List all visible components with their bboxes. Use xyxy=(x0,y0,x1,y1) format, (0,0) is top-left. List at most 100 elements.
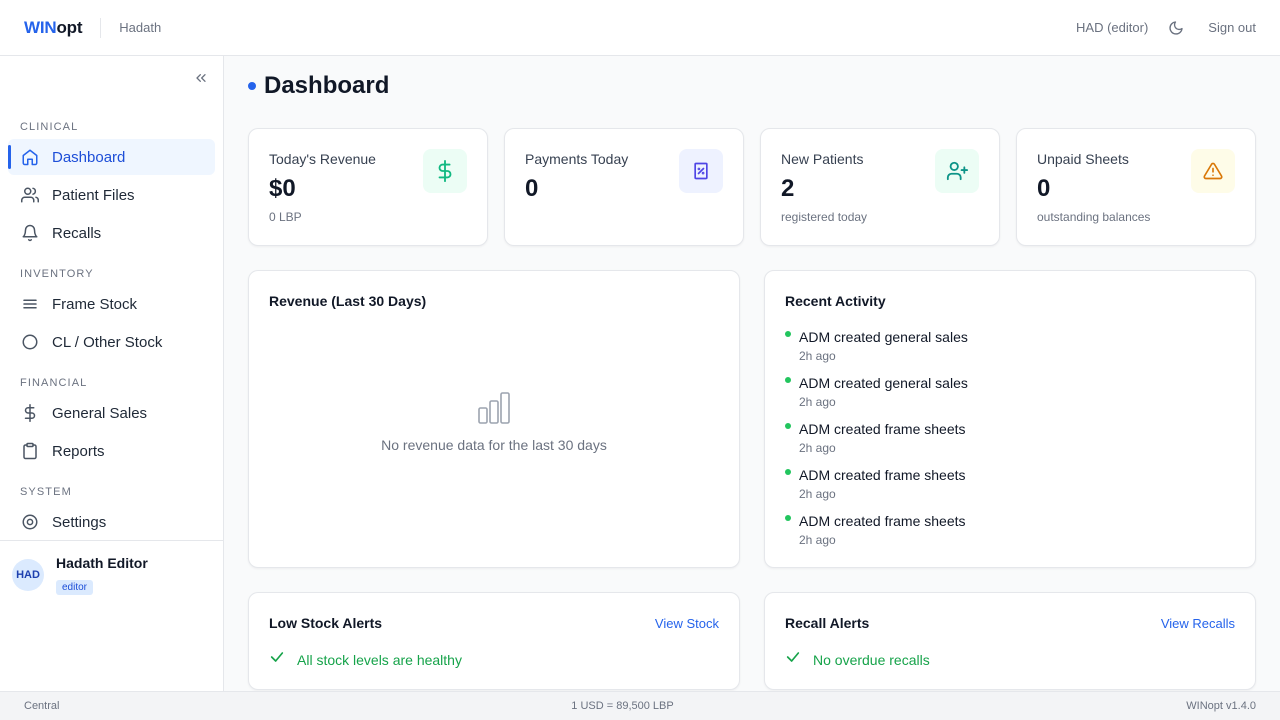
activity-time: 2h ago xyxy=(799,395,836,409)
footer-exchange-rate: 1 USD = 89,500 LBP xyxy=(571,700,674,712)
activity-text: ADM created general sales xyxy=(799,329,968,345)
sidebar-item-settings[interactable]: Settings xyxy=(8,504,215,540)
check-icon xyxy=(269,649,285,670)
sidebar-user-panel[interactable]: HAD Hadath Editor editor xyxy=(0,540,223,610)
sidebar-item-label: Patient Files xyxy=(52,186,135,204)
stat-card-new-patients: New Patients 2 registered today xyxy=(760,128,1000,246)
sidebar-item-recalls[interactable]: Recalls xyxy=(8,215,215,251)
user-name: Hadath Editor xyxy=(56,555,148,571)
dollar-icon xyxy=(423,149,467,193)
stat-value: 0 xyxy=(1037,175,1051,202)
sidebar-item-label: General Sales xyxy=(52,404,148,422)
section-label-financial: FINANCIAL xyxy=(20,377,88,389)
settings-icon xyxy=(20,512,40,532)
stat-subtext: 0 LBP xyxy=(269,210,302,224)
sidebar-item-label: Dashboard xyxy=(52,148,126,166)
stat-card-unpaid-sheets: Unpaid Sheets 0 outstanding balances xyxy=(1016,128,1256,246)
activity-time: 2h ago xyxy=(799,349,836,363)
sidebar-item-label: Frame Stock xyxy=(52,295,138,313)
low-stock-status-text: All stock levels are healthy xyxy=(297,651,462,668)
brand-divider xyxy=(100,17,102,38)
section-label-clinical: CLINICAL xyxy=(20,121,79,133)
stat-value: 2 xyxy=(781,175,795,202)
bar-chart-icon xyxy=(477,391,511,425)
list-icon xyxy=(20,294,40,314)
bell-icon xyxy=(20,223,40,243)
activity-status-dot xyxy=(785,331,791,337)
clipboard-icon xyxy=(20,441,40,461)
sidebar-item-label: CL / Other Stock xyxy=(52,333,163,351)
brand-part-win: WIN xyxy=(24,17,57,37)
user-role-badge: editor xyxy=(56,580,94,595)
brand-logo[interactable]: WINopt xyxy=(24,18,82,38)
footer-version: WINopt v1.4.0 xyxy=(1186,700,1256,712)
revenue-empty-text: No revenue data for the last 30 days xyxy=(381,437,607,453)
view-recalls-link[interactable]: View Recalls xyxy=(1161,616,1235,631)
title-dot xyxy=(248,82,256,90)
recent-activity-card: Recent Activity ADM created general sale… xyxy=(764,270,1256,568)
activity-status-dot xyxy=(785,469,791,475)
recall-alerts-title: Recall Alerts xyxy=(785,615,870,631)
activity-text: ADM created frame sheets xyxy=(799,513,966,529)
sidebar-item-label: Reports xyxy=(52,442,105,460)
sidebar: CLINICAL Dashboard Patient Files Recalls… xyxy=(0,56,224,691)
stat-card-payments: Payments Today 0 xyxy=(504,128,744,246)
activity-status-dot xyxy=(785,423,791,429)
activity-time: 2h ago xyxy=(799,487,836,501)
stat-label: New Patients xyxy=(781,151,864,167)
view-stock-link[interactable]: View Stock xyxy=(655,616,719,631)
sidebar-item-label: Recalls xyxy=(52,224,102,242)
activity-text: ADM created frame sheets xyxy=(799,421,966,437)
brand-part-opt: opt xyxy=(56,17,83,37)
stat-label: Today's Revenue xyxy=(269,151,376,167)
alert-triangle-icon xyxy=(1191,149,1235,193)
revenue-card: Revenue (Last 30 Days) No revenue data f… xyxy=(248,270,740,568)
low-stock-status: All stock levels are healthy xyxy=(269,649,462,670)
home-icon xyxy=(20,147,40,167)
revenue-card-title: Revenue (Last 30 Days) xyxy=(269,293,427,309)
page-title: Dashboard xyxy=(248,72,389,100)
sidebar-item-general-sales[interactable]: General Sales xyxy=(8,395,215,431)
revenue-empty-state: No revenue data for the last 30 days xyxy=(249,391,739,453)
circle-icon xyxy=(20,332,40,352)
top-bar: WINopt Hadath HAD (editor) Sign out xyxy=(0,0,1280,56)
stat-subtext: outstanding balances xyxy=(1037,210,1151,224)
dollar-icon xyxy=(20,403,40,423)
stat-label: Payments Today xyxy=(525,151,629,167)
activity-time: 2h ago xyxy=(799,533,836,547)
sidebar-item-label: Settings xyxy=(52,513,107,531)
low-stock-title: Low Stock Alerts xyxy=(269,615,383,631)
recent-activity-title: Recent Activity xyxy=(785,293,886,309)
users-icon xyxy=(20,185,40,205)
collapse-sidebar-icon[interactable] xyxy=(193,70,209,86)
recall-status-text: No overdue recalls xyxy=(813,651,930,668)
sign-out-button[interactable]: Sign out xyxy=(1208,20,1256,35)
activity-text: ADM created frame sheets xyxy=(799,467,966,483)
page-title-text: Dashboard xyxy=(264,72,390,99)
organization-name: Hadath xyxy=(119,20,162,35)
stat-label: Unpaid Sheets xyxy=(1037,151,1129,167)
stat-value: 0 xyxy=(525,175,539,202)
sidebar-item-frame-stock[interactable]: Frame Stock xyxy=(8,286,215,322)
activity-time: 2h ago xyxy=(799,441,836,455)
low-stock-card: Low Stock Alerts View Stock All stock le… xyxy=(248,592,740,690)
activity-status-dot xyxy=(785,515,791,521)
receipt-icon xyxy=(679,149,723,193)
recall-alerts-card: Recall Alerts View Recalls No overdue re… xyxy=(764,592,1256,690)
footer: Central 1 USD = 89,500 LBP WINopt v1.4.0 xyxy=(0,691,1280,720)
moon-icon[interactable] xyxy=(1168,20,1184,36)
sidebar-item-cl-other-stock[interactable]: CL / Other Stock xyxy=(8,324,215,360)
activity-text: ADM created general sales xyxy=(799,375,968,391)
stat-subtext: registered today xyxy=(781,210,868,224)
stat-card-revenue: Today's Revenue $0 0 LBP xyxy=(248,128,488,246)
user-plus-icon xyxy=(935,149,979,193)
current-user-role: HAD (editor) xyxy=(1076,20,1149,35)
sidebar-item-patient-files[interactable]: Patient Files xyxy=(8,177,215,213)
sidebar-item-reports[interactable]: Reports xyxy=(8,433,215,469)
avatar: HAD xyxy=(12,559,44,591)
sidebar-item-dashboard[interactable]: Dashboard xyxy=(8,139,215,175)
activity-status-dot xyxy=(785,377,791,383)
check-icon xyxy=(785,649,801,670)
section-label-inventory: INVENTORY xyxy=(20,268,94,280)
section-label-system: SYSTEM xyxy=(20,486,72,498)
